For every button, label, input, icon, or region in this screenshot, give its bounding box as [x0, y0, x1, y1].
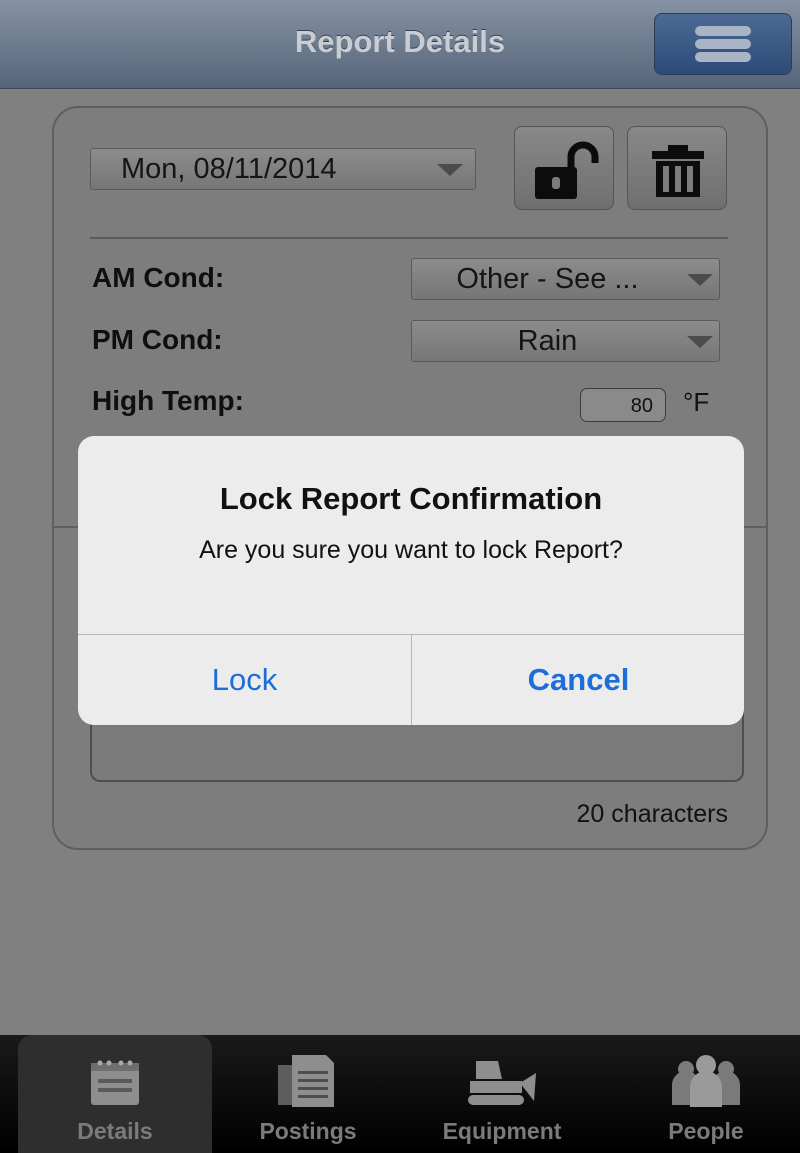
pm-cond-select[interactable]: Rain: [411, 320, 720, 362]
cancel-button[interactable]: Cancel: [412, 635, 744, 725]
tab-details[interactable]: Details: [18, 1035, 212, 1153]
trash-icon: [652, 145, 704, 197]
high-temp-input[interactable]: 80: [580, 388, 666, 422]
chevron-down-icon: [687, 336, 713, 348]
nav-bar: Report Details: [0, 0, 800, 89]
tab-label: Equipment: [442, 1118, 562, 1144]
lock-confirm-button[interactable]: Lock: [78, 635, 411, 725]
date-value: Mon, 08/11/2014: [121, 153, 337, 185]
dialog-message: Are you sure you want to lock Report?: [199, 536, 623, 564]
lock-button[interactable]: [514, 126, 614, 210]
am-cond-select[interactable]: Other - See ...: [411, 258, 720, 300]
am-cond-value: Other - See ...: [456, 263, 639, 295]
section-divider: [90, 237, 728, 239]
menu-button[interactable]: [654, 13, 792, 75]
tab-label: Details: [77, 1118, 153, 1144]
people-icon: [672, 1055, 740, 1107]
postings-icon: [278, 1055, 334, 1107]
equipment-icon: [468, 1061, 536, 1105]
pm-cond-value: Rain: [517, 325, 578, 357]
tab-postings[interactable]: Postings: [230, 1035, 386, 1153]
date-select[interactable]: Mon, 08/11/2014: [90, 148, 476, 190]
chevron-down-icon: [687, 274, 713, 286]
menu-icon: [695, 26, 751, 36]
tab-equipment[interactable]: Equipment: [412, 1035, 592, 1153]
menu-icon-bar: [695, 52, 751, 62]
chevron-down-icon: [437, 164, 463, 176]
tab-label: People: [668, 1118, 744, 1144]
high-temp-label: High Temp:: [92, 385, 244, 416]
temp-unit: °F: [683, 387, 710, 417]
dialog-title: Lock Report Confirmation: [219, 481, 603, 516]
tab-label: Postings: [259, 1118, 357, 1144]
tab-bar: Details Postings Equipment People: [0, 1035, 800, 1153]
unlock-icon: [535, 141, 599, 199]
details-icon: [91, 1060, 139, 1105]
am-cond-label: AM Cond:: [92, 262, 225, 293]
menu-icon-bar: [695, 39, 751, 49]
pm-cond-label: PM Cond:: [92, 324, 223, 355]
tab-people[interactable]: People: [622, 1035, 790, 1153]
char-count: 20 characters: [576, 800, 728, 828]
delete-button[interactable]: [627, 126, 727, 210]
lock-confirmation-dialog: Lock Report Confirmation Are you sure yo…: [78, 436, 744, 725]
